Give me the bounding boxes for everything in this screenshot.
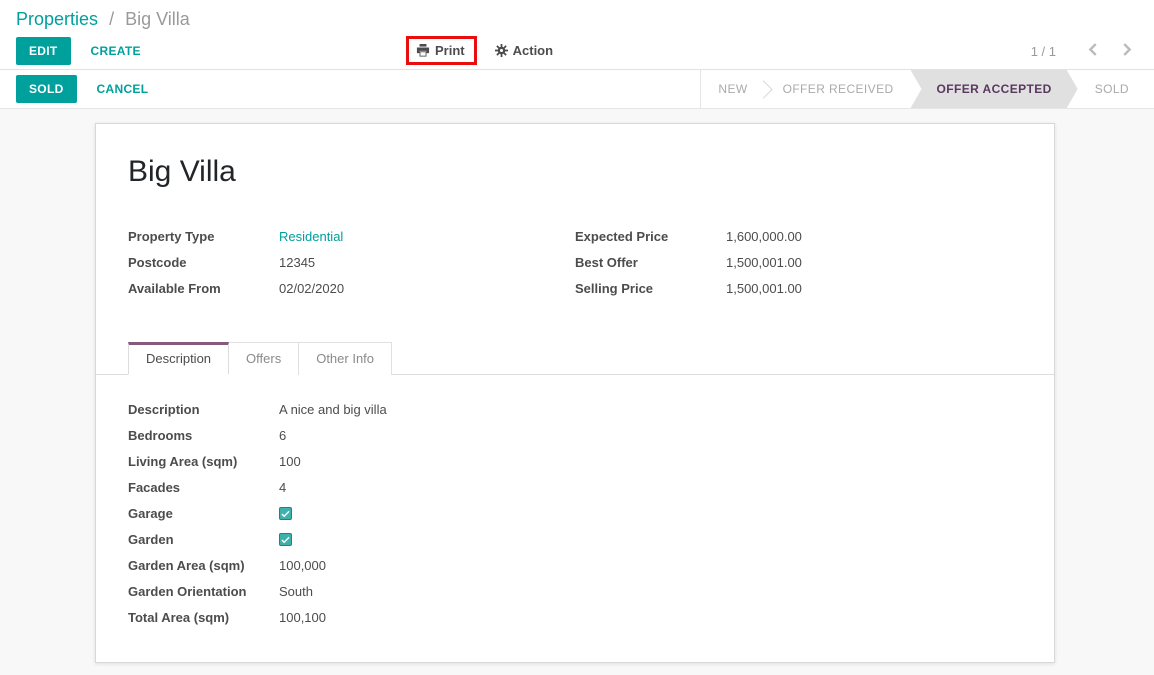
field-value: 100 <box>279 454 301 469</box>
field-facades: Facades 4 <box>128 480 1022 495</box>
statusbar: NEW OFFER RECEIVED OFFER ACCEPTED SOLD <box>700 70 1154 108</box>
tab-other-info[interactable]: Other Info <box>299 342 392 375</box>
field-value: 1,600,000.00 <box>726 229 802 244</box>
field-label: Selling Price <box>575 281 726 296</box>
field-value: 100,100 <box>279 610 326 625</box>
tab-content-description: Description A nice and big villa Bedroom… <box>96 375 1054 625</box>
cancel-button[interactable]: CANCEL <box>97 82 149 96</box>
field-label: Garden <box>128 532 279 547</box>
field-value: 100,000 <box>279 558 326 573</box>
field-label: Description <box>128 402 279 417</box>
field-label: Property Type <box>128 229 279 244</box>
garden-checkbox[interactable] <box>279 533 292 546</box>
field-best-offer: Best Offer 1,500,001.00 <box>575 255 1022 270</box>
field-label: Facades <box>128 480 279 495</box>
field-value: A nice and big villa <box>279 402 387 417</box>
field-label: Living Area (sqm) <box>128 454 279 469</box>
stage-offer-received[interactable]: OFFER RECEIVED <box>766 70 911 108</box>
field-available-from: Available From 02/02/2020 <box>128 281 575 296</box>
field-garden: Garden <box>128 532 1022 547</box>
tab-offers[interactable]: Offers <box>229 342 299 375</box>
field-property-type: Property Type Residential <box>128 229 575 244</box>
field-value: 6 <box>279 428 286 443</box>
sold-button[interactable]: SOLD <box>16 75 77 103</box>
field-expected-price: Expected Price 1,600,000.00 <box>575 229 1022 244</box>
notebook-tabs: Description Offers Other Info <box>96 341 1054 375</box>
field-label: Bedrooms <box>128 428 279 443</box>
page-title: Big Villa <box>128 155 1022 189</box>
print-button[interactable]: Print <box>416 43 465 58</box>
edit-button[interactable]: EDIT <box>16 37 71 65</box>
create-button[interactable]: CREATE <box>91 44 141 58</box>
field-value: 02/02/2020 <box>279 281 344 296</box>
breadcrumb: Properties / Big Villa <box>16 9 190 30</box>
field-label: Total Area (sqm) <box>128 610 279 625</box>
stage-sold[interactable]: SOLD <box>1078 70 1146 108</box>
field-value: 12345 <box>279 255 315 270</box>
field-garden-area: Garden Area (sqm) 100,000 <box>128 558 1022 573</box>
action-label: Action <box>513 43 553 58</box>
gear-icon <box>495 44 508 57</box>
print-label: Print <box>435 43 465 58</box>
chevron-left-icon[interactable] <box>1082 41 1103 61</box>
field-description: Description A nice and big villa <box>128 402 1022 417</box>
stage-offer-accepted[interactable]: OFFER ACCEPTED <box>911 70 1078 108</box>
field-postcode: Postcode 12345 <box>128 255 575 270</box>
breadcrumb-separator: / <box>109 9 114 29</box>
field-total-area: Total Area (sqm) 100,100 <box>128 610 1022 625</box>
property-type-link[interactable]: Residential <box>279 229 343 244</box>
content-area: Big Villa Property Type Residential Post… <box>0 109 1154 675</box>
field-label: Garden Area (sqm) <box>128 558 279 573</box>
field-garage: Garage <box>128 506 1022 521</box>
field-label: Best Offer <box>575 255 726 270</box>
chevron-right-icon[interactable] <box>1117 41 1138 61</box>
statusbar-row: SOLD CANCEL NEW OFFER RECEIVED OFFER ACC… <box>0 70 1154 109</box>
pager-value[interactable]: 1 / 1 <box>1031 44 1056 59</box>
pager: 1 / 1 <box>1031 41 1138 61</box>
breadcrumb-bar: Properties / Big Villa <box>0 0 1154 33</box>
field-selling-price: Selling Price 1,500,001.00 <box>575 281 1022 296</box>
action-button[interactable]: Action <box>495 43 553 58</box>
field-value: 1,500,001.00 <box>726 255 802 270</box>
breadcrumb-current: Big Villa <box>125 9 190 29</box>
field-label: Garden Orientation <box>128 584 279 599</box>
tab-description[interactable]: Description <box>128 342 229 375</box>
print-button-highlight: Print <box>406 36 477 65</box>
field-label: Garage <box>128 506 279 521</box>
garage-checkbox[interactable] <box>279 507 292 520</box>
field-garden-orientation: Garden Orientation South <box>128 584 1022 599</box>
field-label: Postcode <box>128 255 279 270</box>
field-value: 1,500,001.00 <box>726 281 802 296</box>
field-living-area: Living Area (sqm) 100 <box>128 454 1022 469</box>
breadcrumb-parent-link[interactable]: Properties <box>16 9 98 29</box>
field-value: South <box>279 584 313 599</box>
field-label: Expected Price <box>575 229 726 244</box>
field-bedrooms: Bedrooms 6 <box>128 428 1022 443</box>
field-value: 4 <box>279 480 286 495</box>
field-label: Available From <box>128 281 279 296</box>
control-panel: EDIT CREATE Print <box>0 33 1154 70</box>
printer-icon <box>416 44 430 57</box>
form-sheet: Big Villa Property Type Residential Post… <box>95 123 1055 663</box>
field-grid: Property Type Residential Postcode 12345… <box>128 229 1022 307</box>
